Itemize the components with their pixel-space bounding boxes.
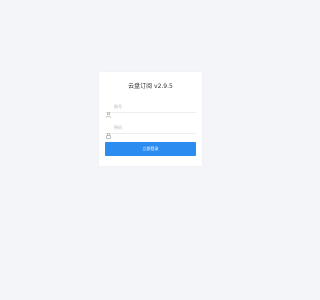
password-field[interactable] — [105, 122, 196, 139]
username-field[interactable] — [105, 101, 196, 118]
password-input[interactable] — [114, 123, 194, 131]
lock-icon — [106, 124, 111, 139]
username-input[interactable] — [114, 102, 194, 110]
app-title: 云盘订阅 v2.9.5 — [128, 83, 173, 90]
user-icon — [106, 103, 111, 118]
login-card: 云盘订阅 v2.9.5 立即登录 — [99, 72, 202, 166]
login-button[interactable]: 立即登录 — [105, 142, 196, 156]
